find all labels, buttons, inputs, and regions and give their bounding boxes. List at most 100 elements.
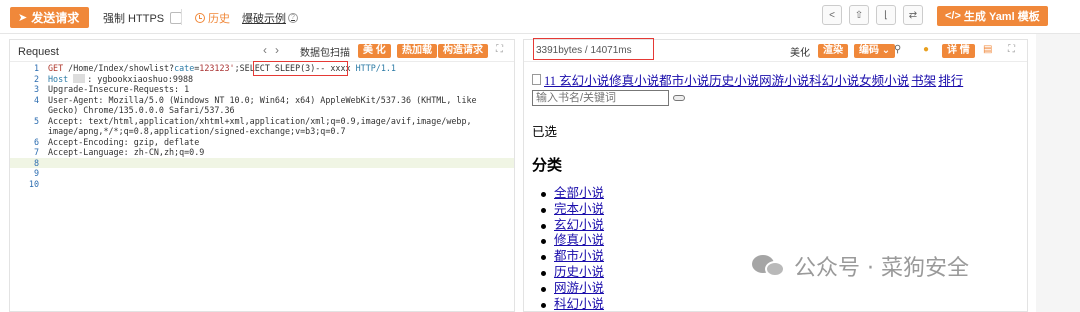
hot-reload-button[interactable]: 热加载: [397, 44, 437, 58]
code-line: 6 Accept-Encoding: gzip, deflate: [10, 137, 514, 148]
category-link[interactable]: 历史小说: [554, 265, 604, 279]
category-link[interactable]: 修真小说: [554, 233, 604, 247]
search-button[interactable]: [673, 95, 685, 101]
category-link[interactable]: 全部小说: [554, 186, 604, 200]
category-link[interactable]: 网游小说: [554, 281, 604, 295]
code-line-active: 8: [10, 157, 514, 168]
line-number: 9: [33, 168, 39, 178]
history-label: 历史: [208, 13, 230, 25]
request-line-6: Accept-Encoding: gzip, deflate: [48, 136, 200, 147]
request-title: Request: [18, 46, 59, 58]
response-expand-icon[interactable]: ⛶: [1008, 44, 1015, 55]
line-number: 4: [33, 94, 39, 105]
send-icon: ➤: [18, 12, 28, 24]
line-number: 8: [33, 157, 39, 168]
request-line-7: Accept-Language: zh-CN,zh;q=0.9: [48, 147, 205, 157]
request-line-2: Host : ygbookxiaoshuo:9988: [48, 73, 194, 84]
chrome-icon[interactable]: ●: [923, 44, 929, 55]
search-input[interactable]: [532, 90, 669, 106]
line-number: 10: [28, 178, 39, 189]
force-https-toggle[interactable]: 强制 HTTPS: [103, 10, 183, 26]
code-line: 4 User-Agent: Mozilla/5.0 (Windows NT 10…: [10, 95, 514, 106]
category-link[interactable]: 玄幻小说: [554, 218, 604, 232]
toolbar-icon-group: < ⇧ ⌊ ⇄: [822, 5, 923, 25]
request-line-5-wrap: image/apng,*/*;q=0.8,application/signed-…: [48, 126, 346, 136]
search-icon[interactable]: ⚲: [894, 44, 901, 55]
list-item: 全部小说: [541, 186, 1022, 202]
code-line: image/apng,*/*;q=0.8,application/signed-…: [10, 126, 514, 137]
comment-icon[interactable]: ▤: [983, 44, 992, 55]
watermark-text: 公众号 · 菜狗安全: [794, 256, 969, 281]
watermark: 公众号 · 菜狗安全: [752, 250, 969, 282]
swap-icon[interactable]: ⇄: [903, 5, 923, 25]
category-link[interactable]: 完本小说: [554, 202, 604, 216]
history-button[interactable]: 历史: [195, 10, 230, 26]
detail-button[interactable]: 详 情: [942, 44, 975, 58]
code-line: 7 Accept-Language: zh-CN,zh;q=0.9: [10, 147, 514, 158]
category-link[interactable]: 科幻小说: [554, 297, 604, 311]
nav-category-links[interactable]: 11 玄幻小说修真小说都市小说历史小说网游小说科幻小说女频小说: [544, 70, 909, 89]
brute-example-label: 爆破示例: [242, 13, 286, 25]
clock-icon: [195, 13, 205, 23]
help-icon[interactable]: ?: [288, 13, 298, 23]
line-number: [10, 105, 48, 116]
render-button[interactable]: 渲染: [818, 44, 848, 58]
payload-highlight-box: [253, 61, 348, 76]
export-icon[interactable]: ⇧: [849, 5, 869, 25]
line-number: 6: [33, 136, 39, 147]
beautify-button[interactable]: 美 化: [358, 44, 391, 58]
rank-link[interactable]: 排行: [938, 70, 963, 89]
generate-yaml-button[interactable]: </> 生成 Yaml 模板: [937, 6, 1048, 26]
search-row: [532, 90, 1022, 106]
packet-scan-button[interactable]: 数据包扫描: [300, 44, 350, 59]
request-line-5: Accept: text/html,application/xhtml+xml,…: [48, 115, 472, 126]
import-icon[interactable]: ⌊: [876, 5, 896, 25]
share-icon[interactable]: <: [822, 5, 842, 25]
list-item: 科幻小说: [541, 297, 1022, 312]
generate-yaml-label: 生成 Yaml 模板: [963, 11, 1040, 23]
category-link[interactable]: 都市小说: [554, 249, 604, 263]
top-toolbar: ➤ 发送请求 强制 HTTPS 历史 爆破示例 ? < ⇧ ⌊ ⇄ </> 生成…: [0, 0, 1080, 34]
send-request-label: 发送请求: [31, 11, 80, 25]
code-line: 10: [10, 179, 514, 190]
force-https-label: 强制 HTTPS: [103, 13, 165, 25]
line-number: 7: [33, 147, 39, 157]
category-list: 全部小说 完本小说 玄幻小说 修真小说 都市小说 历史小说 网游小说 科幻小说: [532, 186, 1022, 312]
request-panel: Request ‹› 数据包扫描 美 化 热加载 构造请求 ⛶ 1 GET /H…: [9, 39, 515, 312]
request-nav-arrows[interactable]: ‹›: [263, 43, 287, 57]
selected-label: 已选: [532, 125, 558, 139]
line-number: 3: [33, 84, 39, 94]
brute-example-link[interactable]: 爆破示例 ?: [242, 10, 298, 26]
request-line-4-wrap: Gecko) Chrome/135.0.0.0 Safari/537.36: [48, 105, 235, 115]
toolbar-divider: [181, 9, 182, 25]
site-nav: 11 玄幻小说修真小说都市小说历史小说网游小说科幻小说女频小说 书架 排行: [532, 70, 1022, 89]
request-line-3: Upgrade-Insecure-Requests: 1: [48, 84, 190, 94]
code-icon: </>: [945, 10, 961, 22]
request-line-4: User-Agent: Mozilla/5.0 (Windows NT 10.0…: [48, 94, 477, 105]
request-editor[interactable]: 1 GET /Home/Index/showlist?cate=123123';…: [10, 63, 514, 189]
response-beautify-button[interactable]: 美化: [790, 44, 810, 59]
encoding-dropdown[interactable]: 编码 ⌄: [854, 44, 896, 58]
right-gutter: [1036, 34, 1080, 312]
line-number: 1: [33, 63, 39, 73]
response-time-highlight-box: [533, 38, 654, 60]
encoding-label: 编码: [859, 45, 879, 56]
code-line: Gecko) Chrome/135.0.0.0 Safari/537.36: [10, 105, 514, 116]
build-request-button[interactable]: 构造请求: [438, 44, 488, 58]
list-item: 修真小说: [541, 233, 1022, 249]
list-item: 完本小说: [541, 202, 1022, 218]
response-panel-header: 3391bytes / 14071ms 美化 渲染 编码 ⌄ ⚲ ● 详 情 ▤…: [524, 38, 1027, 62]
request-panel-header: Request ‹› 数据包扫描 美 化 热加载 构造请求 ⛶: [10, 40, 514, 62]
bookshelf-link[interactable]: 书架: [911, 70, 936, 89]
line-number: [10, 126, 48, 137]
category-title: 分类: [532, 157, 563, 174]
list-item: 玄幻小说: [541, 218, 1022, 234]
expand-icon[interactable]: ⛶: [496, 44, 503, 55]
line-number: 5: [33, 115, 39, 126]
code-line: 5 Accept: text/html,application/xhtml+xm…: [10, 116, 514, 127]
wechat-icon: [752, 252, 786, 280]
list-item: 网游小说: [541, 281, 1022, 297]
broken-image-icon: [532, 74, 541, 85]
send-request-button[interactable]: ➤ 发送请求: [10, 7, 90, 28]
line-number: 2: [33, 73, 39, 84]
